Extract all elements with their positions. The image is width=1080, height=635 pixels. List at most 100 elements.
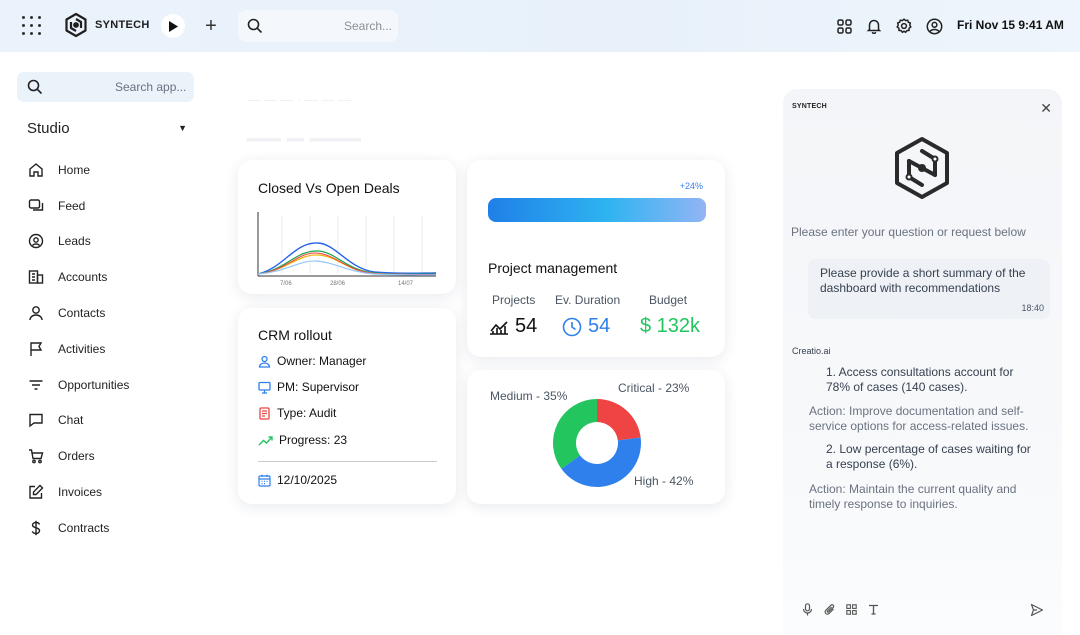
x-tick-label: 7/06 [280,281,292,287]
workspace-label: Studio [27,120,70,137]
sidebar-item-label: Contacts [58,306,106,321]
crm-divider [258,461,437,462]
sidebar-item-orders[interactable]: Orders [27,438,129,474]
message-time: 18:40 [1021,303,1044,313]
deals-card[interactable]: Closed Vs Open Deals 7/06 28/06 14/07 [238,160,456,294]
close-icon: ✕ [1040,100,1052,116]
ai-action-1: Action: Improve documentation and self-s… [809,404,1035,433]
progress-label: Progress: [279,433,331,447]
app-search-placeholder: Search app... [115,80,187,94]
accounts-icon [27,269,44,286]
apps-button[interactable] [845,603,858,616]
ai-item-1: 1. Access consultations account for 78% … [826,365,1014,394]
flag-icon [27,340,44,357]
sidebar-item-feed[interactable]: Feed [27,188,129,224]
workspace-selector[interactable]: Studio ▼ [27,120,187,137]
priority-donut-chart [553,399,641,487]
project-progress-bar [488,198,706,222]
send-button[interactable] [1030,603,1044,617]
monitor-icon [258,381,271,394]
user-message: Please provide a short summary of the da… [820,266,1026,295]
paperclip-icon [824,604,834,615]
settings-button[interactable] [895,17,913,35]
duration-value: 54 [588,315,611,337]
plus-icon: + [205,15,217,37]
budget-stat: $ 132k [640,315,700,338]
text-format-button[interactable] [867,603,880,616]
widgets-button[interactable] [835,17,853,35]
crm-date: 12/10/2025 [277,473,338,487]
add-button[interactable]: + [201,14,221,38]
sidebar-item-leads[interactable]: Leads [27,224,129,260]
action-label: Action: [809,404,846,418]
notifications-button[interactable] [865,17,883,35]
ghost-header-value: ▁▁ ▁ ▁▁▁ [247,116,361,141]
app-search-field[interactable]: Search app... [17,72,194,102]
sidebar-item-label: Contracts [58,520,110,535]
crm-progress-row: Progress: 23 [258,433,347,447]
crm-date-row: 12/10/2025 [258,473,337,487]
ghost-header-line: — — — · — — — [247,92,351,107]
sidebar-item-label: Feed [58,198,86,213]
cart-icon [27,448,44,465]
sidebar-item-contracts[interactable]: Contracts [27,510,129,546]
profile-button[interactable] [925,17,943,35]
search-icon [247,18,263,34]
sidebar-item-accounts[interactable]: Accounts [27,259,129,295]
sidebar-item-label: Chat [58,413,84,428]
chat-prompt: Please enter your question or request be… [791,225,1026,239]
crm-rollout-card[interactable]: CRM rollout Owner: Manager PM: Superviso… [238,308,456,504]
sidebar-item-label: Activities [58,341,106,356]
document-icon [259,406,270,420]
x-tick-label: 14/07 [398,281,414,287]
donut-slice-medium [553,399,597,469]
top-search-field[interactable]: Search... [238,10,398,42]
critical-label: Critical - 23% [618,381,690,395]
search-icon [27,79,43,95]
microphone-button[interactable] [801,603,814,616]
sidebar-item-label: Orders [58,449,95,464]
microphone-icon [802,603,813,616]
budget-label: Budget [649,293,688,307]
caret-down-icon: ▼ [178,123,187,133]
contacts-icon [27,305,44,322]
sidebar-item-invoices[interactable]: Invoices [27,474,129,510]
crm-pm-row: PM: Supervisor [258,380,359,394]
date-time: Fri Nov 15 9:41 AM [957,18,1064,32]
sidebar-item-label: Opportunities [58,377,130,392]
gear-icon [896,18,912,34]
top-bar: SYNTECH + Search... Fri Nov 15 9:41 AM [0,0,1080,52]
feed-icon [27,197,44,214]
deals-card-title: Closed Vs Open Deals [258,180,400,196]
attach-button[interactable] [823,603,836,616]
sidebar-item-activities[interactable]: Activities [27,331,129,367]
sidebar-item-opportunities[interactable]: Opportunities [27,367,129,403]
donut-slice-critical [597,399,641,441]
owner-label: Owner: [277,354,316,368]
sidebar-item-contacts[interactable]: Contacts [27,295,129,331]
apps-grid-icon[interactable] [22,16,42,36]
owner-value: Manager [319,354,367,368]
priority-donut-card[interactable]: Medium - 35% Critical - 23% High - 42% [467,370,725,504]
home-icon [27,161,44,178]
type-label: Type: [277,406,307,420]
sidebar-item-label: Home [58,162,91,177]
play-button[interactable] [161,14,185,38]
pm-label: PM: [277,380,299,394]
crm-card-title: CRM rollout [258,327,332,343]
sidebar-item-chat[interactable]: Chat [27,403,129,439]
filter-icon [27,376,44,393]
crm-type-row: Type: Audit [258,406,336,420]
leads-icon [27,233,44,250]
duration-label: Ev. Duration [555,293,621,307]
close-button[interactable]: ✕ [1040,100,1052,117]
logo-icon [895,137,949,199]
sidebar-item-home[interactable]: Home [27,152,129,188]
ai-item-2: 2. Low percentage of cases waiting for a… [826,442,1031,471]
edit-icon [27,484,44,501]
logo[interactable]: SYNTECH [63,12,150,38]
user-circle-icon [926,18,942,34]
project-management-card[interactable]: +24% Project management Projects Ev. Dur… [467,160,725,357]
play-icon [169,20,178,32]
top-search-placeholder: Search... [344,19,393,33]
